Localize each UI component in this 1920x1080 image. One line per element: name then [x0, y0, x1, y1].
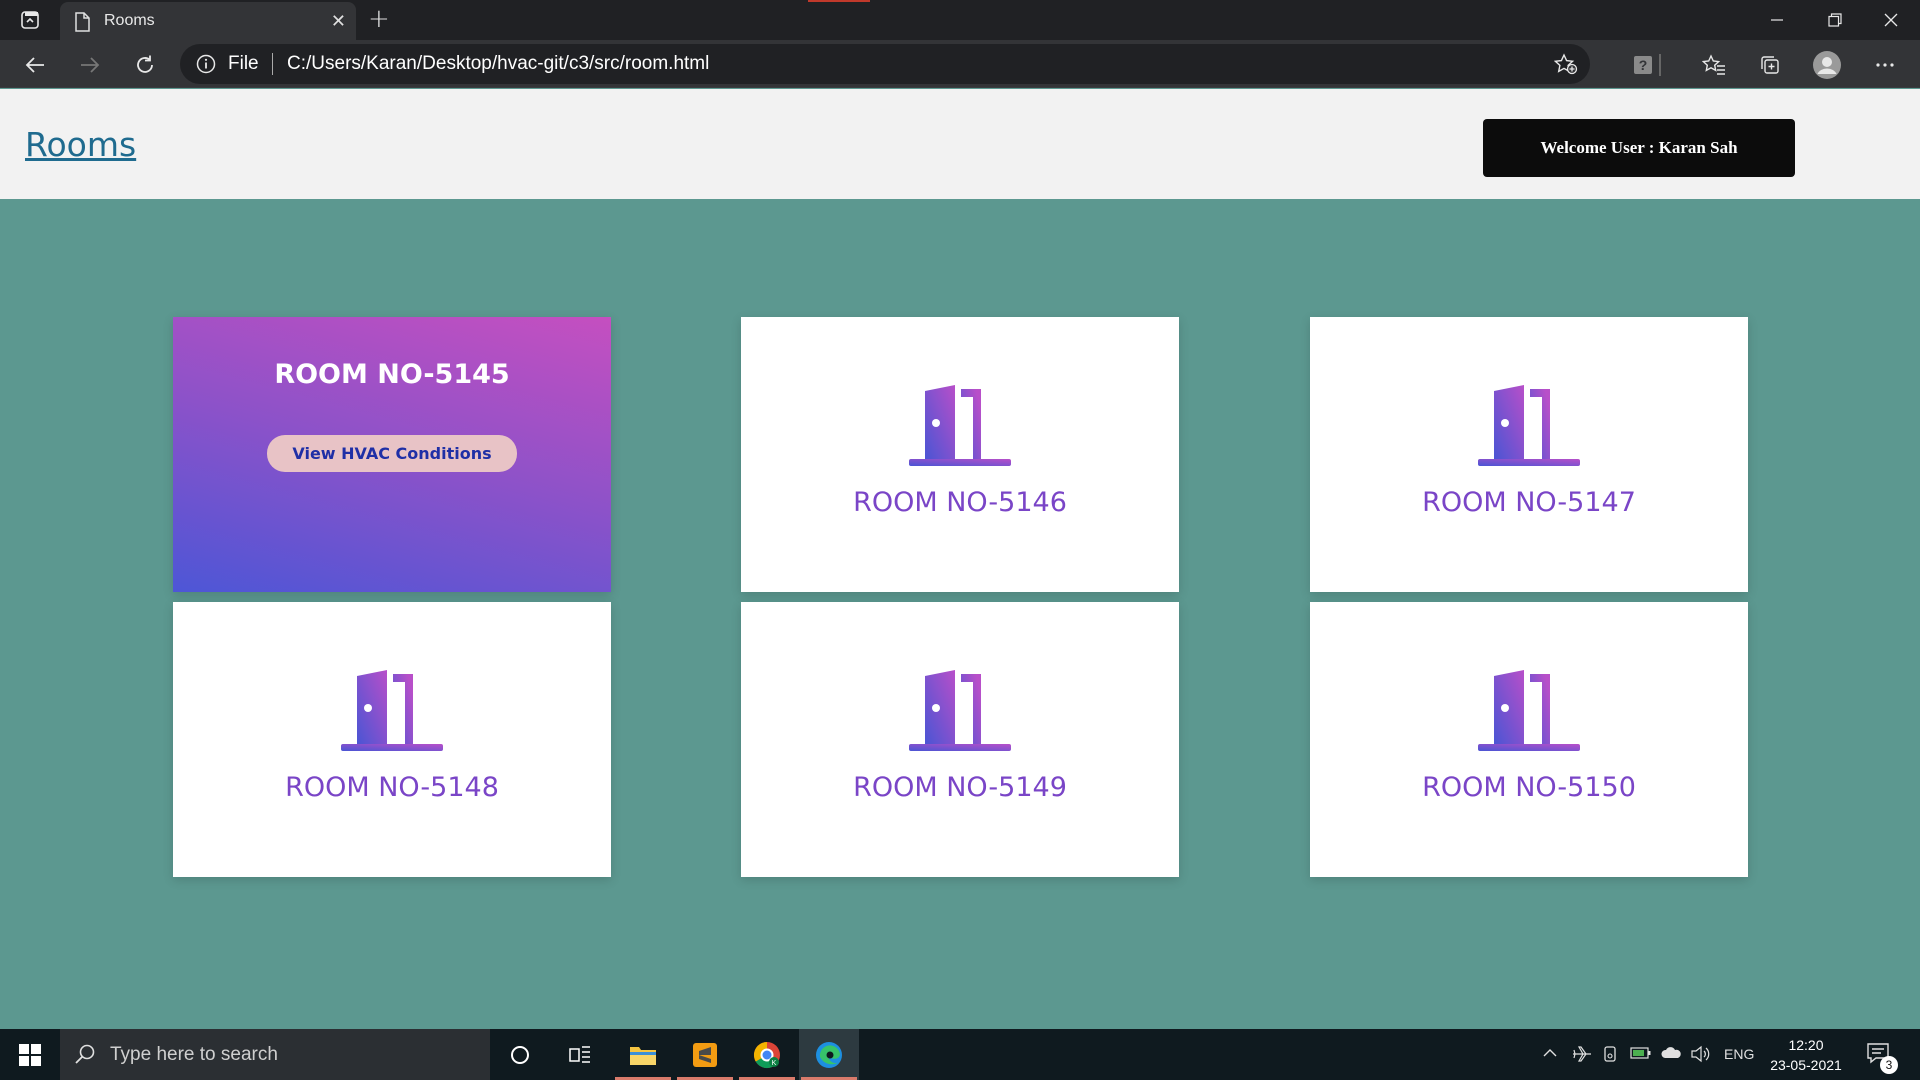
file-explorer-icon[interactable] [613, 1029, 673, 1080]
url-scheme: File [228, 53, 259, 74]
rooms-link[interactable]: Rooms [25, 125, 136, 164]
notification-count-badge: 3 [1880, 1056, 1898, 1074]
battery-icon[interactable] [1630, 1045, 1652, 1065]
collections-icon[interactable] [1753, 48, 1787, 82]
address-bar[interactable]: File C:/Users/Karan/Desktop/hvac-git/c3/… [180, 44, 1590, 84]
room-card-5146[interactable]: ROOM NO-5146 [741, 317, 1179, 592]
minimize-icon[interactable] [1748, 0, 1806, 40]
door-icon [341, 670, 443, 752]
welcome-user-button[interactable]: Welcome User : Karan Sah [1483, 119, 1795, 177]
room-card-5148[interactable]: ROOM NO-5148 [173, 602, 611, 877]
toolbar-divider [1659, 54, 1661, 76]
back-icon[interactable] [18, 48, 52, 82]
door-icon [909, 670, 1011, 752]
restore-icon[interactable] [1806, 0, 1864, 40]
page-icon [74, 12, 90, 36]
room-label: ROOM NO-5150 [1422, 772, 1636, 803]
chrome-icon[interactable]: K [737, 1029, 797, 1080]
system-clock[interactable]: 12:20 23-05-2021 [1768, 1035, 1844, 1075]
more-options-icon[interactable] [1868, 48, 1902, 82]
airplane-icon[interactable] [1572, 1045, 1592, 1067]
device-icon[interactable] [1602, 1045, 1618, 1067]
windows-start-icon[interactable] [0, 1029, 60, 1080]
cortana-icon[interactable] [490, 1029, 550, 1080]
clock-date: 23-05-2021 [1770, 1057, 1842, 1073]
drag-indicator [808, 0, 870, 2]
door-icon [909, 385, 1011, 467]
add-favorite-icon[interactable] [1553, 53, 1578, 79]
room-label: ROOM NO-5146 [853, 487, 1067, 518]
room-label: ROOM NO-5147 [1422, 487, 1636, 518]
browser-nav-bar: File C:/Users/Karan/Desktop/hvac-git/c3/… [0, 40, 1920, 88]
page-header: Rooms Welcome User : Karan Sah [0, 89, 1920, 199]
room-card-5147[interactable]: ROOM NO-5147 [1310, 317, 1748, 592]
volume-icon[interactable] [1690, 1045, 1712, 1067]
room-label: ROOM NO-5149 [853, 772, 1067, 803]
search-icon [74, 1043, 96, 1069]
sublime-text-icon[interactable] [675, 1029, 735, 1080]
url-text[interactable]: C:/Users/Karan/Desktop/hvac-git/c3/src/r… [287, 53, 709, 75]
task-view-icon[interactable] [550, 1029, 610, 1080]
refresh-icon[interactable] [128, 48, 162, 82]
room-card-5145[interactable]: ROOM NO-5145 View HVAC Conditions [173, 317, 611, 592]
browser-tab-bar: Rooms ✕ + [0, 0, 1920, 40]
onedrive-icon[interactable] [1660, 1045, 1682, 1065]
view-hvac-button[interactable]: View HVAC Conditions [267, 435, 517, 472]
room-card-5149[interactable]: ROOM NO-5149 [741, 602, 1179, 877]
svg-text:?: ? [1639, 57, 1648, 73]
forward-icon[interactable] [73, 48, 107, 82]
tab-close-icon[interactable]: ✕ [331, 11, 346, 32]
info-icon[interactable] [196, 54, 216, 78]
new-tab-icon[interactable]: + [368, 4, 390, 34]
edge-icon[interactable] [799, 1029, 859, 1080]
close-window-icon[interactable] [1862, 0, 1920, 40]
door-icon [1478, 670, 1580, 752]
door-icon [1478, 385, 1580, 467]
profile-avatar-icon[interactable] [1810, 48, 1844, 82]
room-label: ROOM NO-5148 [285, 772, 499, 803]
extension-icon[interactable]: ? [1626, 48, 1660, 82]
browser-tab[interactable]: Rooms ✕ [60, 2, 356, 40]
taskbar-search-box[interactable]: Type here to search [60, 1029, 490, 1080]
room-card-5150[interactable]: ROOM NO-5150 [1310, 602, 1748, 877]
tab-actions-icon[interactable] [8, 6, 52, 34]
svg-text:K: K [772, 1060, 777, 1067]
language-indicator[interactable]: ENG [1724, 1046, 1754, 1062]
taskbar: Type here to search K ENG 12:20 23-05-20… [0, 1029, 1920, 1080]
favorites-icon[interactable] [1697, 48, 1731, 82]
room-label: ROOM NO-5145 [274, 359, 510, 390]
show-hidden-icons-icon[interactable] [1542, 1045, 1558, 1065]
clock-time: 12:20 [1788, 1037, 1824, 1053]
address-separator [272, 53, 273, 75]
search-placeholder: Type here to search [110, 1044, 278, 1065]
tab-title: Rooms [104, 12, 155, 29]
